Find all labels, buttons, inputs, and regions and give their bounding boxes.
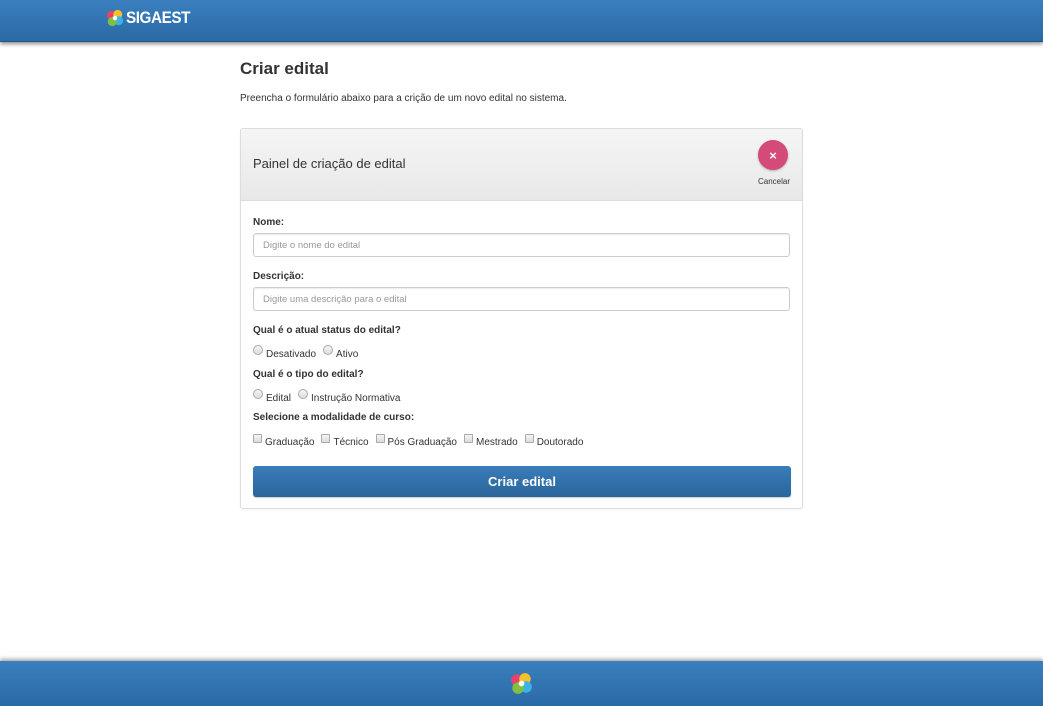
modalidade-option-tecnico[interactable]: Técnico (321, 433, 369, 448)
status-option-ativo[interactable]: Ativo (323, 345, 358, 360)
brand-name: SIGAEST (126, 8, 191, 27)
descricao-input[interactable] (253, 287, 790, 311)
brand-logo-link[interactable]: SIGAEST (106, 7, 197, 29)
tipo-instrucao-normativa-radio[interactable] (298, 389, 309, 399)
status-ativo-label: Ativo (336, 348, 359, 360)
sigaest-footer-logo-icon (511, 673, 532, 694)
page-description: Preencha o formulário abaixo para a criç… (240, 93, 567, 104)
status-label: Qual é o atual status do edital? (253, 325, 401, 336)
modalidade-mestrado-checkbox[interactable] (464, 433, 473, 443)
tipo-radio-group: Edital Instrução Normativa (253, 387, 408, 404)
tipo-edital-radio[interactable] (253, 389, 263, 399)
criar-edital-button[interactable]: Criar edital (253, 466, 791, 497)
tipo-edital-label: Edital (266, 392, 292, 404)
modalidade-pos-graduacao-checkbox[interactable] (375, 433, 385, 443)
tipo-option-instrucao-normativa[interactable]: Instrução Normativa (298, 389, 401, 404)
tipo-instrucao-normativa-label: Instrução Normativa (311, 392, 401, 404)
panel-heading: Painel de criação de edital × Cancelar (241, 129, 802, 201)
status-ativo-radio[interactable] (323, 345, 334, 355)
modalidade-doutorado-checkbox[interactable] (524, 433, 534, 443)
top-navbar: SIGAEST (0, 0, 1043, 42)
modalidade-graduacao-label: Graduação (265, 436, 315, 448)
modalidade-mestrado-label: Mestrado (476, 436, 518, 448)
modalidade-option-doutorado[interactable]: Doutorado (524, 433, 583, 448)
cancel-button[interactable]: × (758, 140, 788, 170)
modalidade-option-graduacao[interactable]: Graduação (253, 433, 314, 448)
status-option-desativado[interactable]: Desativado (253, 345, 316, 360)
status-desativado-radio[interactable] (253, 345, 263, 355)
modalidade-tecnico-label: Técnico (333, 436, 369, 448)
modalidade-option-pos-graduacao[interactable]: Pós Graduação (375, 433, 457, 448)
page-title: Criar edital (240, 59, 329, 78)
modalidade-graduacao-checkbox[interactable] (253, 433, 262, 443)
status-desativado-label: Desativado (266, 348, 317, 360)
modalidade-option-mestrado[interactable]: Mestrado (464, 433, 518, 448)
create-edital-panel: Painel de criação de edital × Cancelar N… (240, 128, 803, 509)
tipo-label: Qual é o tipo do edital? (253, 369, 364, 380)
descricao-label: Descrição: (253, 271, 305, 282)
modalidade-doutorado-label: Doutorado (536, 436, 584, 448)
modalidade-label: Selecione a modalidade de curso: (253, 412, 415, 423)
modalidade-pos-graduacao-label: Pós Graduação (387, 436, 458, 448)
close-icon: × (769, 147, 777, 163)
modalidade-checkbox-group: Graduação Técnico Pós Graduação Mestrado… (253, 431, 590, 448)
sigaest-logo-icon (106, 9, 124, 27)
status-radio-group: Desativado Ativo (253, 343, 365, 360)
panel-title: Painel de criação de edital (253, 156, 406, 171)
nome-label: Nome: (253, 217, 285, 228)
footer-bar (0, 661, 1043, 706)
cancel-label: Cancelar (757, 177, 790, 186)
nome-input[interactable] (253, 233, 790, 257)
modalidade-tecnico-checkbox[interactable] (321, 433, 331, 443)
tipo-option-edital[interactable]: Edital (253, 389, 291, 404)
